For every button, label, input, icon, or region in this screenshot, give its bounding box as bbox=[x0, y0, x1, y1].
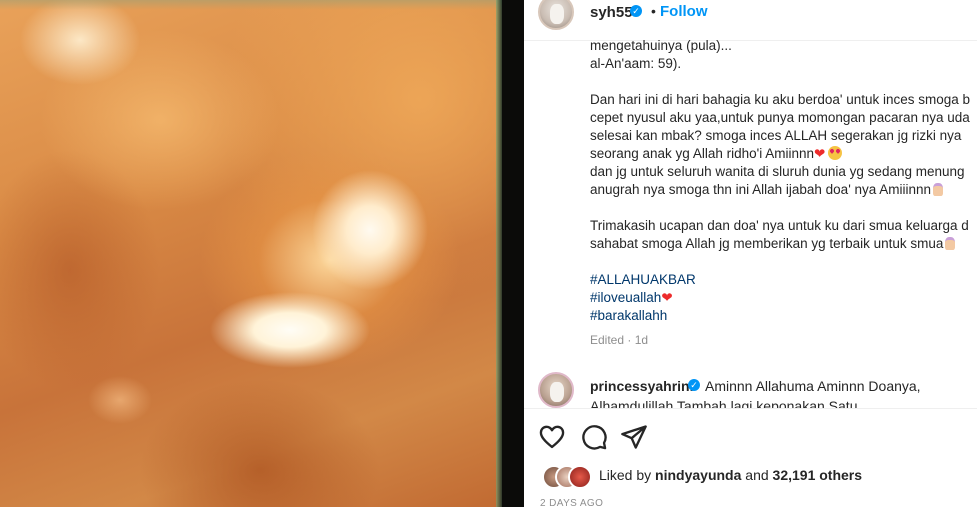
liker-avatars[interactable] bbox=[542, 465, 602, 489]
caption-text: seorang anak yg Allah ridho'i Amiinnn bbox=[590, 146, 814, 161]
follow-button[interactable]: Follow bbox=[660, 3, 708, 20]
likes-others-count[interactable]: 32,191 others bbox=[773, 467, 863, 483]
caption-line: cepet nyusul aku yaa,untuk punya momonga… bbox=[590, 110, 970, 125]
caption-text: anugrah nya smoga thn ini Allah ijabah d… bbox=[590, 182, 932, 197]
post-caption: mengetahuinya (pula)... al-An'aam: 59). … bbox=[590, 37, 977, 355]
post-media[interactable] bbox=[0, 0, 524, 507]
author-username[interactable]: syh55 bbox=[590, 4, 633, 21]
comment-text: Aminnn Allahuma Aminnn Doanya, bbox=[705, 378, 921, 394]
paper-plane-icon[interactable] bbox=[620, 423, 648, 451]
hashtag-link[interactable]: #ALLAHUAKBAR bbox=[590, 271, 977, 289]
post-header: syh55 ✓ • Follow bbox=[524, 0, 977, 41]
likes-summary[interactable]: Liked by nindyayunda and 32,191 others bbox=[599, 467, 862, 483]
caption-line: selesai kan mbak? smoga inces ALLAH sege… bbox=[590, 128, 962, 143]
comment-bubble-icon[interactable] bbox=[580, 423, 608, 451]
liker-username[interactable]: nindyayunda bbox=[655, 467, 741, 483]
hashtag-link[interactable]: #iloveuallah bbox=[590, 290, 661, 305]
header-separator: • bbox=[651, 3, 656, 19]
commenter-avatar[interactable] bbox=[538, 372, 574, 408]
liker-avatar bbox=[568, 465, 592, 489]
heart-eyes-emoji-icon bbox=[828, 146, 843, 160]
praying-woman-emoji-icon bbox=[945, 237, 956, 250]
caption-text: sahabat smoga Allah jg memberikan yg ter… bbox=[590, 236, 944, 251]
caption-line-with-emoji: sahabat smoga Allah jg memberikan yg ter… bbox=[590, 235, 977, 253]
edited-label: Edited · 1d bbox=[590, 333, 649, 347]
ultrasound-image bbox=[0, 0, 502, 507]
heart-outline-icon[interactable] bbox=[538, 423, 566, 451]
comment-text-continued: Alhamdulillah Tambah lagi keponakan Satu bbox=[590, 398, 858, 408]
hashtag-line: #iloveuallah❤ bbox=[590, 289, 977, 307]
post-timestamp[interactable]: 2 DAYS AGO bbox=[540, 498, 603, 509]
likes-prefix: Liked by bbox=[599, 467, 652, 483]
caption-line: mengetahuinya (pula)... bbox=[590, 38, 732, 53]
caption-line-with-emoji: seorang anak yg Allah ridho'i Amiinnn❤ bbox=[590, 145, 977, 163]
image-border bbox=[0, 0, 502, 10]
verified-badge-icon: ✓ bbox=[688, 379, 700, 391]
caption-line: al-An'aam: 59). bbox=[590, 56, 682, 71]
red-heart-emoji-icon: ❤ bbox=[813, 146, 826, 161]
red-heart-emoji-icon: ❤ bbox=[661, 290, 673, 305]
hashtag-link[interactable]: #barakallahh bbox=[590, 307, 977, 325]
likes-joiner: and bbox=[745, 467, 769, 483]
commenter-username[interactable]: princessyahrini bbox=[590, 378, 694, 394]
caption-line: dan jg untuk seluruh wanita di sluruh du… bbox=[590, 164, 965, 179]
image-edge bbox=[496, 0, 502, 507]
caption-line: Dan hari ini di hari bahagia ku aku berd… bbox=[590, 92, 971, 107]
post-side-panel: syh55 ✓ • Follow mengetahuinya (pula)...… bbox=[524, 0, 977, 509]
caption-line: Trimakasih ucapan dan doa' nya untuk ku … bbox=[590, 218, 969, 233]
author-avatar[interactable] bbox=[538, 0, 574, 30]
caption-line-with-emoji: anugrah nya smoga thn ini Allah ijabah d… bbox=[590, 181, 977, 199]
comment-item: princessyahrini ✓ Aminnn Allahuma Aminnn… bbox=[524, 366, 977, 408]
post-actions-bar: Liked by nindyayunda and 32,191 others 2… bbox=[524, 408, 977, 509]
praying-woman-emoji-icon bbox=[933, 183, 944, 196]
verified-badge-icon: ✓ bbox=[630, 5, 642, 17]
